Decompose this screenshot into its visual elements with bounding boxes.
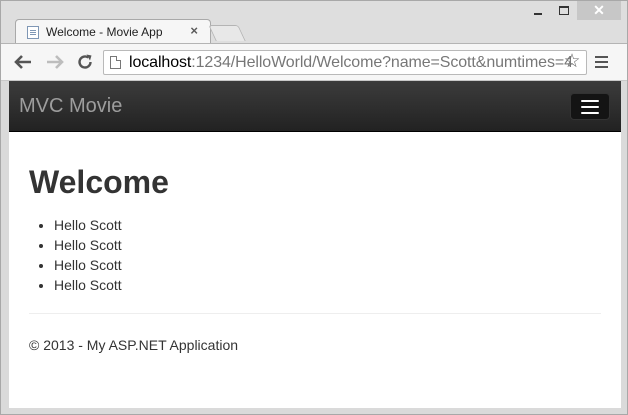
hamburger-icon-bar xyxy=(581,105,599,108)
footer-divider xyxy=(29,313,601,314)
hamburger-icon-bar xyxy=(581,111,599,114)
tab-close-icon[interactable]: × xyxy=(190,24,198,38)
back-arrow-icon xyxy=(14,55,31,69)
minimize-button[interactable] xyxy=(525,1,551,20)
reload-button[interactable] xyxy=(74,51,96,73)
star-icon[interactable]: ☆ xyxy=(562,52,582,72)
address-bar[interactable]: localhost:1234/HelloWorld/Welcome?name=S… xyxy=(103,50,587,75)
forward-button[interactable] xyxy=(44,51,66,73)
navbar-toggle-button[interactable] xyxy=(570,93,610,120)
body-content: Welcome Hello Scott Hello Scott Hello Sc… xyxy=(29,163,601,295)
page-viewport: MVC Movie Welcome Hello Scott Hello Scot… xyxy=(9,81,621,408)
list-item: Hello Scott xyxy=(54,215,601,235)
browser-tab[interactable]: Welcome - Movie App × xyxy=(15,19,211,43)
hamburger-menu-icon[interactable] xyxy=(595,56,609,70)
maximize-button[interactable] xyxy=(551,1,577,20)
page-icon xyxy=(110,56,121,69)
window-close-button[interactable]: ✕ xyxy=(577,1,621,20)
url-host: localhost xyxy=(129,54,192,71)
minimize-icon xyxy=(534,12,542,15)
list-item: Hello Scott xyxy=(54,235,601,255)
window-controls: ✕ xyxy=(525,1,621,21)
hamburger-icon xyxy=(581,99,599,102)
forward-arrow-icon xyxy=(47,55,64,69)
list-item: Hello Scott xyxy=(54,275,601,295)
maximize-icon xyxy=(559,6,569,15)
tab-title: Welcome - Movie App xyxy=(46,25,163,39)
brand-link[interactable]: MVC Movie xyxy=(19,95,122,118)
document-favicon-icon xyxy=(27,26,39,39)
new-tab-button[interactable] xyxy=(208,25,246,41)
back-button[interactable] xyxy=(12,51,34,73)
page-title: Welcome xyxy=(29,164,169,200)
greeting-list: Hello Scott Hello Scott Hello Scott Hell… xyxy=(29,215,601,295)
reload-icon xyxy=(78,54,92,69)
browser-window: Welcome - Movie App × ✕ localhost:1234/H… xyxy=(0,0,628,415)
browser-toolbar: localhost:1234/HelloWorld/Welcome?name=S… xyxy=(1,43,627,81)
url-path: :1234/HelloWorld/Welcome?name=Scott&numt… xyxy=(191,54,573,71)
list-item: Hello Scott xyxy=(54,255,601,275)
site-navbar: MVC Movie xyxy=(9,81,621,132)
footer-text: © 2013 - My ASP.NET Application xyxy=(29,337,239,353)
tab-strip: Welcome - Movie App × ✕ xyxy=(1,1,627,43)
address-url[interactable]: localhost:1234/HelloWorld/Welcome?name=S… xyxy=(129,54,573,72)
